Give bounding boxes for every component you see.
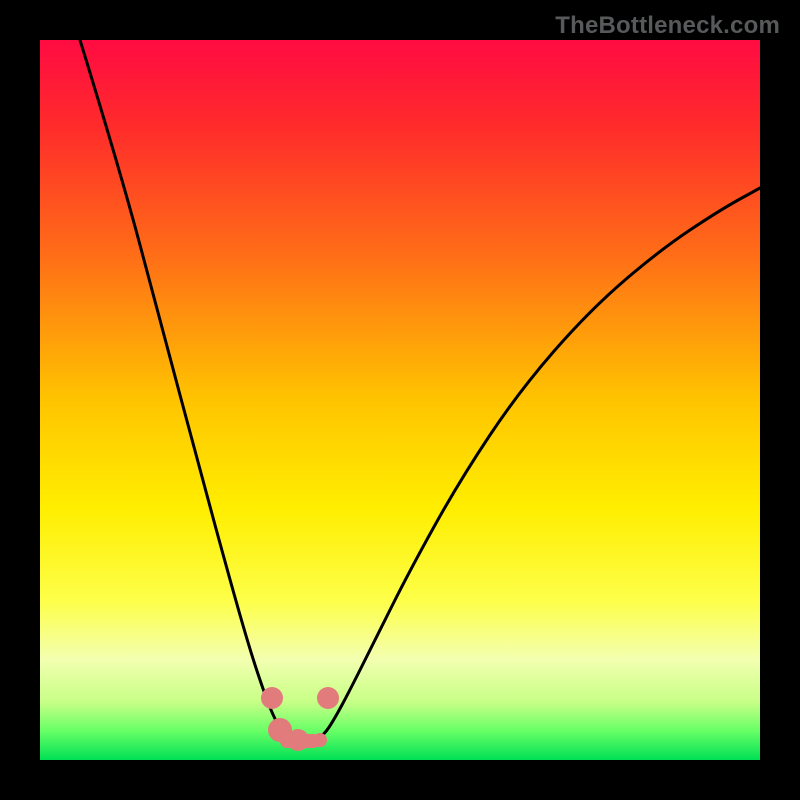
marker-dot — [317, 687, 339, 709]
chart-frame — [40, 40, 760, 760]
marker-dot — [313, 733, 327, 747]
marker-dot — [261, 687, 283, 709]
watermark-text: TheBottleneck.com — [555, 12, 780, 40]
gradient-background — [40, 40, 760, 760]
marker-dot — [287, 729, 309, 751]
bottleneck-chart — [40, 40, 760, 760]
